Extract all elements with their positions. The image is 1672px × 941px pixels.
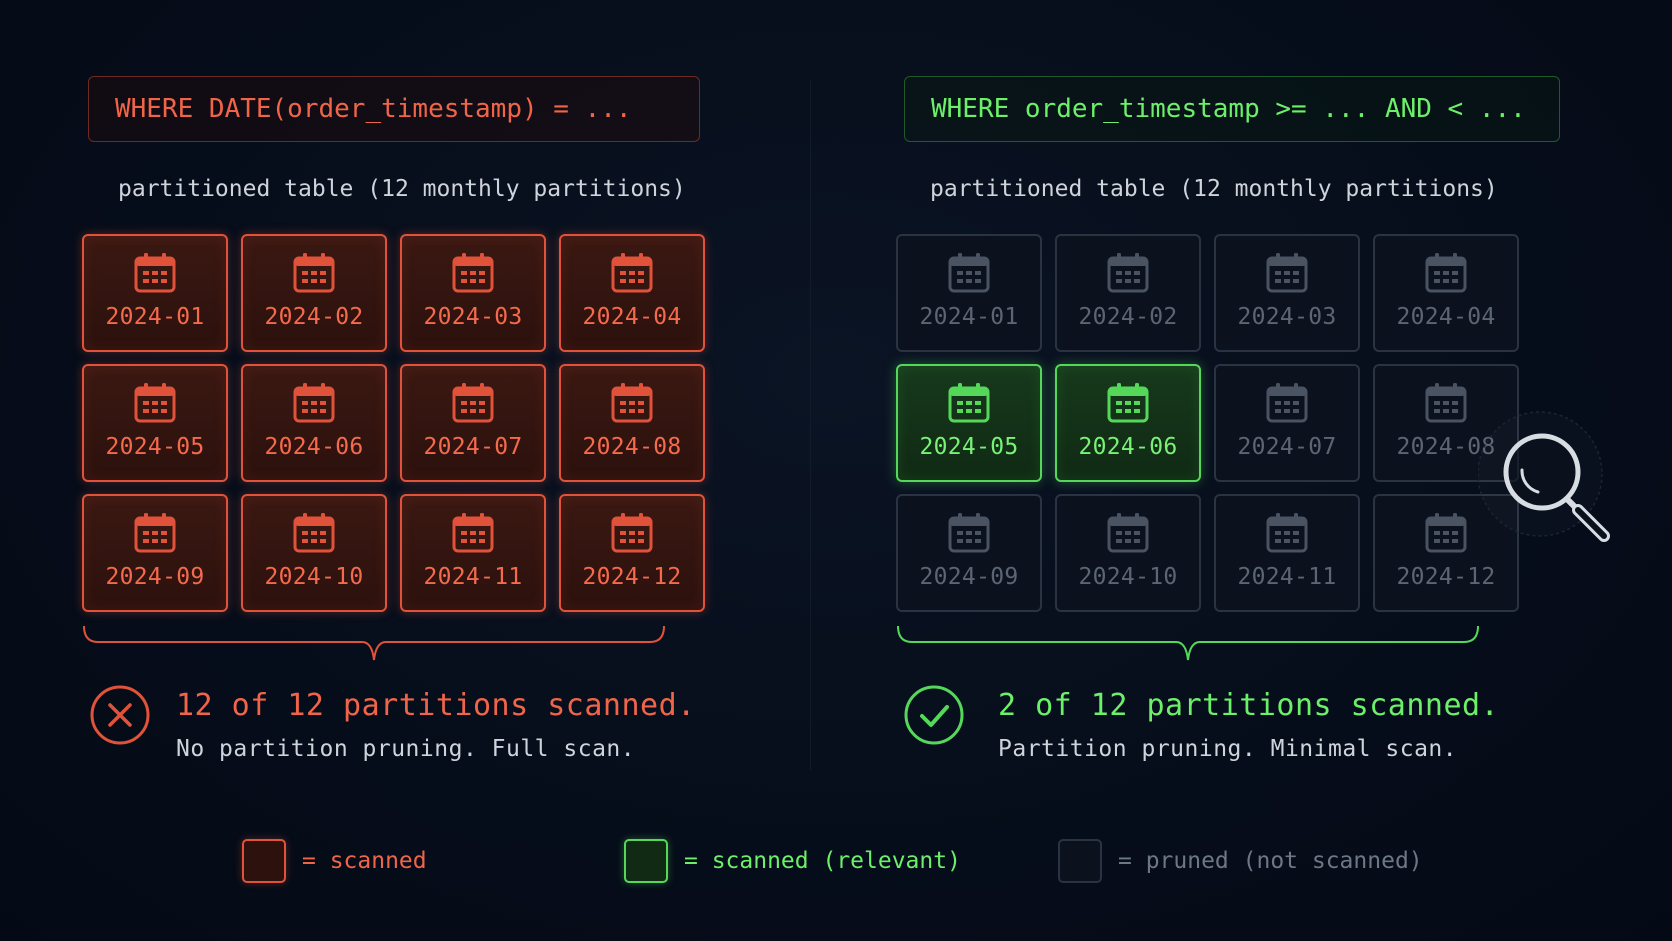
calendar-icon bbox=[1425, 253, 1467, 293]
partition-2024-01: 2024-01 bbox=[896, 234, 1042, 352]
calendar-icon bbox=[134, 513, 176, 553]
calendar-icon bbox=[452, 253, 494, 293]
partition-label: 2024-12 bbox=[1396, 564, 1496, 590]
partition-label: 2024-02 bbox=[264, 304, 364, 330]
calendar-icon bbox=[293, 383, 335, 423]
partition-label: 2024-09 bbox=[105, 564, 205, 590]
calendar-icon bbox=[611, 513, 653, 553]
partition-2024-10: 2024-10 bbox=[1055, 494, 1201, 612]
calendar-icon bbox=[452, 383, 494, 423]
partition-label: 2024-10 bbox=[1078, 564, 1178, 590]
left-panel: WHERE DATE(order_timestamp) = ... partit… bbox=[0, 0, 836, 800]
partition-2024-06: 2024-06 bbox=[241, 364, 387, 482]
status-title-left: 12 of 12 partitions scanned. bbox=[176, 688, 696, 723]
calendar-icon bbox=[293, 513, 335, 553]
partition-2024-02: 2024-02 bbox=[241, 234, 387, 352]
partition-2024-07: 2024-07 bbox=[400, 364, 546, 482]
table-caption-left: partitioned table (12 monthly partitions… bbox=[118, 176, 686, 202]
magnifier-icon bbox=[1478, 411, 1610, 542]
legend-swatch-pruned bbox=[1058, 839, 1102, 883]
calendar-icon bbox=[1266, 253, 1308, 293]
partition-label: 2024-12 bbox=[582, 564, 682, 590]
partition-label: 2024-08 bbox=[582, 434, 682, 460]
calendar-icon bbox=[452, 513, 494, 553]
partition-2024-11: 2024-11 bbox=[400, 494, 546, 612]
calendar-icon bbox=[1107, 383, 1149, 423]
partition-label: 2024-02 bbox=[1078, 304, 1178, 330]
right-panel: WHERE order_timestamp >= ... AND < ... p… bbox=[836, 0, 1672, 800]
partition-2024-12: 2024-12 bbox=[559, 494, 705, 612]
query-text-right: WHERE order_timestamp >= ... AND < ... bbox=[931, 94, 1526, 124]
partition-label: 2024-10 bbox=[264, 564, 364, 590]
calendar-icon bbox=[611, 253, 653, 293]
check-circle-icon bbox=[904, 685, 964, 745]
legend-swatch-relevant bbox=[624, 839, 668, 883]
partition-label: 2024-09 bbox=[919, 564, 1019, 590]
status-subtitle-right: Partition pruning. Minimal scan. bbox=[998, 736, 1458, 762]
calendar-icon bbox=[611, 383, 653, 423]
partition-label: 2024-03 bbox=[1237, 304, 1337, 330]
partition-label: 2024-07 bbox=[1237, 434, 1337, 460]
partition-label: 2024-11 bbox=[1237, 564, 1337, 590]
calendar-icon bbox=[1107, 513, 1149, 553]
partition-grid-left: 2024-01 2024-02 2024-03 2024-04 2024-05 2024-… bbox=[82, 234, 705, 612]
brace-left bbox=[83, 625, 665, 661]
query-box-right: WHERE order_timestamp >= ... AND < ... bbox=[904, 76, 1560, 142]
calendar-icon bbox=[1425, 513, 1467, 553]
legend-label-relevant: = scanned (relevant) bbox=[684, 848, 961, 874]
calendar-icon bbox=[134, 253, 176, 293]
partition-2024-04: 2024-04 bbox=[559, 234, 705, 352]
status-title-right: 2 of 12 partitions scanned. bbox=[998, 688, 1500, 723]
partition-2024-08: 2024-08 bbox=[559, 364, 705, 482]
partition-label: 2024-04 bbox=[1396, 304, 1496, 330]
partition-2024-03: 2024-03 bbox=[400, 234, 546, 352]
calendar-icon bbox=[293, 253, 335, 293]
table-caption-right: partitioned table (12 monthly partitions… bbox=[930, 176, 1498, 202]
calendar-icon bbox=[1266, 513, 1308, 553]
legend-pruned: = pruned (not scanned) bbox=[1058, 838, 1423, 884]
partition-2024-05: 2024-05 bbox=[896, 364, 1042, 482]
partition-label: 2024-06 bbox=[264, 434, 364, 460]
partition-label: 2024-06 bbox=[1078, 434, 1178, 460]
partition-2024-09: 2024-09 bbox=[82, 494, 228, 612]
partition-2024-03: 2024-03 bbox=[1214, 234, 1360, 352]
query-text-left: WHERE DATE(order_timestamp) = ... bbox=[115, 94, 632, 124]
legend-relevant: = scanned (relevant) bbox=[624, 838, 961, 884]
calendar-icon bbox=[948, 383, 990, 423]
partition-2024-11: 2024-11 bbox=[1214, 494, 1360, 612]
partition-label: 2024-05 bbox=[919, 434, 1019, 460]
brace-right bbox=[897, 625, 1479, 661]
calendar-icon bbox=[134, 383, 176, 423]
partition-label: 2024-07 bbox=[423, 434, 523, 460]
calendar-icon bbox=[1425, 383, 1467, 423]
partition-2024-07: 2024-07 bbox=[1214, 364, 1360, 482]
partition-label: 2024-03 bbox=[423, 304, 523, 330]
partition-2024-01: 2024-01 bbox=[82, 234, 228, 352]
partition-2024-02: 2024-02 bbox=[1055, 234, 1201, 352]
partition-2024-06: 2024-06 bbox=[1055, 364, 1201, 482]
status-subtitle-left: No partition pruning. Full scan. bbox=[176, 736, 636, 762]
partition-2024-05: 2024-05 bbox=[82, 364, 228, 482]
partition-2024-09: 2024-09 bbox=[896, 494, 1042, 612]
query-box-left: WHERE DATE(order_timestamp) = ... bbox=[88, 76, 700, 142]
legend-label-scanned: = scanned bbox=[302, 848, 427, 874]
partition-label: 2024-05 bbox=[105, 434, 205, 460]
partition-label: 2024-04 bbox=[582, 304, 682, 330]
legend-swatch-scanned bbox=[242, 839, 286, 883]
calendar-icon bbox=[948, 513, 990, 553]
partition-2024-10: 2024-10 bbox=[241, 494, 387, 612]
partition-grid-right: 2024-01 2024-02 2024-03 2024-04 2024-05 2024-… bbox=[896, 234, 1519, 612]
partition-label: 2024-11 bbox=[423, 564, 523, 590]
partition-label: 2024-01 bbox=[919, 304, 1019, 330]
calendar-icon bbox=[948, 253, 990, 293]
partition-2024-04: 2024-04 bbox=[1373, 234, 1519, 352]
partition-label: 2024-01 bbox=[105, 304, 205, 330]
x-circle-icon bbox=[90, 685, 150, 745]
legend-scanned: = scanned bbox=[242, 838, 427, 884]
calendar-icon bbox=[1107, 253, 1149, 293]
calendar-icon bbox=[1266, 383, 1308, 423]
legend-label-pruned: = pruned (not scanned) bbox=[1118, 848, 1423, 874]
